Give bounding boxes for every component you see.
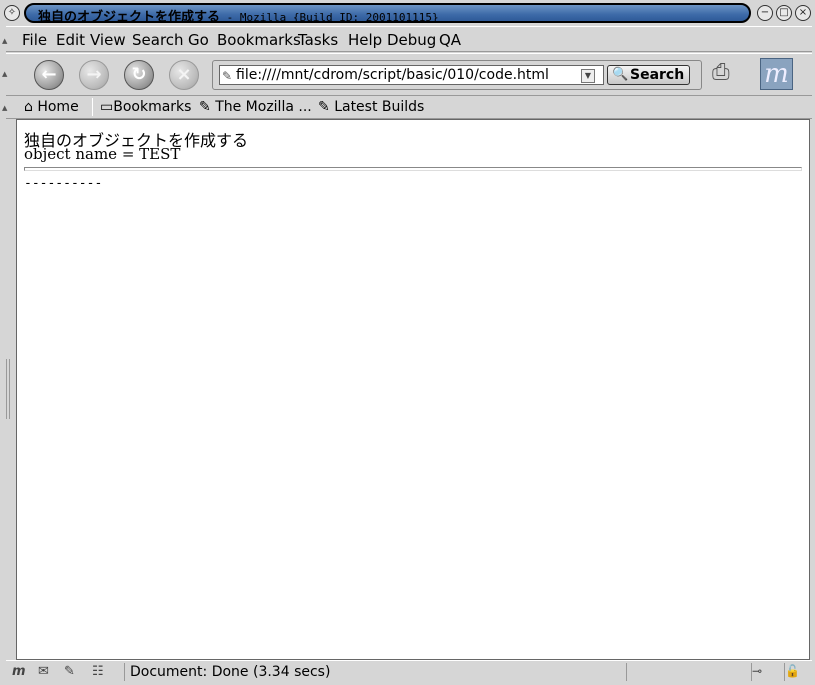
navigator-icon[interactable]: m: [12, 664, 26, 679]
online-status-icon[interactable]: ⊸: [751, 663, 781, 681]
menu-qa[interactable]: QA: [439, 31, 461, 49]
menu-go[interactable]: Go: [188, 31, 209, 49]
maximize-icon[interactable]: □: [776, 5, 792, 21]
window-title: 独自のオブジェクトを作成する - Mozilla {Build ID: 2001…: [38, 6, 439, 23]
bookmark-icon: ✎: [318, 99, 330, 115]
bookmark-latest-builds[interactable]: ✎ Latest Builds: [318, 99, 424, 115]
mail-icon[interactable]: ✉: [38, 664, 49, 679]
bookmark-mozilla-label: The Mozilla ...: [215, 99, 312, 115]
sidebar-splitter[interactable]: [0, 119, 16, 660]
toolbar-separator: [92, 98, 93, 116]
bookmark-latest-builds-label: Latest Builds: [334, 99, 425, 115]
menu-file[interactable]: File: [22, 31, 47, 49]
navigation-toolbar: ▲ ← → ↻ × ✎ file:////mnt/cdrom/script/ba…: [2, 53, 812, 96]
search-button-label: Search: [630, 67, 685, 83]
back-arrow-icon[interactable]: ←: [34, 60, 64, 90]
mozilla-throbber-icon[interactable]: m: [760, 58, 793, 90]
status-bar: m ✉ ✎ ☷ Document: Done (3.34 secs) ⊸ 🔓: [6, 660, 812, 682]
status-progress-cell: [626, 663, 746, 681]
url-text: file:////mnt/cdrom/script/basic/010/code…: [236, 67, 549, 83]
ptoolbar-grip-icon[interactable]: ▲: [2, 104, 10, 112]
menu-help[interactable]: Help: [348, 31, 382, 49]
forward-arrow-icon[interactable]: →: [79, 60, 109, 90]
url-dropdown-icon[interactable]: ▼: [581, 69, 595, 83]
reload-icon[interactable]: ↻: [124, 60, 154, 90]
splitter-grip[interactable]: [6, 359, 10, 419]
page-proxy-icon[interactable]: ✎: [222, 67, 232, 84]
web-content: 独自のオブジェクトを作成する object name = TEST ------…: [16, 119, 810, 660]
menu-view[interactable]: View: [90, 31, 126, 49]
menu-tasks[interactable]: Tasks: [298, 31, 338, 49]
close-icon[interactable]: ×: [795, 5, 811, 21]
navbar-grip-icon[interactable]: ▲: [2, 70, 10, 78]
home-label: Home: [37, 99, 79, 115]
menu-debug[interactable]: Debug: [387, 31, 436, 49]
folder-icon: ▭: [100, 99, 114, 115]
minimize-icon[interactable]: −: [757, 5, 773, 21]
bookmark-mozilla[interactable]: ✎ The Mozilla ...: [199, 99, 312, 115]
print-icon[interactable]: ⎙: [712, 60, 752, 88]
status-text: Document: Done (3.34 secs): [124, 663, 624, 681]
window-titlebar: ✧ 独自のオブジェクトを作成する - Mozilla {Build ID: 20…: [0, 0, 815, 26]
menu-search[interactable]: Search: [132, 31, 184, 49]
window-title-main: 独自のオブジェクトを作成する: [38, 10, 221, 23]
security-lock-icon[interactable]: 🔓: [784, 663, 810, 681]
composer-icon[interactable]: ✎: [64, 664, 75, 679]
address-book-icon[interactable]: ☷: [92, 664, 104, 679]
menu-edit[interactable]: Edit: [56, 31, 85, 49]
window-menu-icon[interactable]: ✧: [4, 5, 20, 21]
menu-bookmarks[interactable]: Bookmarks: [217, 31, 301, 49]
object-name-line: object name = TEST: [24, 145, 181, 163]
search-icon: 🔍: [612, 67, 629, 82]
window-title-suffix: - Mozilla {Build ID: 2001101115}: [220, 11, 439, 23]
url-input[interactable]: ✎ file:////mnt/cdrom/script/basic/010/co…: [219, 65, 604, 85]
bookmarks-label: Bookmarks: [113, 99, 192, 115]
stop-icon[interactable]: ×: [169, 60, 199, 90]
home-button[interactable]: ⌂ Home: [24, 99, 79, 115]
dash-line: ----------: [24, 176, 103, 191]
menubar-grip-icon[interactable]: ▲: [2, 37, 10, 45]
home-icon: ⌂: [24, 99, 33, 115]
bookmarks-button[interactable]: ▭Bookmarks: [100, 99, 191, 115]
url-bar-container: ✎ file:////mnt/cdrom/script/basic/010/co…: [212, 60, 702, 90]
title-pill[interactable]: 独自のオブジェクトを作成する - Mozilla {Build ID: 2001…: [24, 3, 751, 23]
personal-toolbar: ▲ ⌂ Home ▭Bookmarks ✎ The Mozilla ... ✎ …: [2, 96, 812, 119]
search-button[interactable]: 🔍 Search: [607, 65, 690, 85]
horizontal-rule: [24, 167, 802, 171]
bookmark-icon: ✎: [199, 99, 211, 115]
menubar: ▲ File Edit View Search Go Bookmarks Tas…: [2, 26, 812, 52]
